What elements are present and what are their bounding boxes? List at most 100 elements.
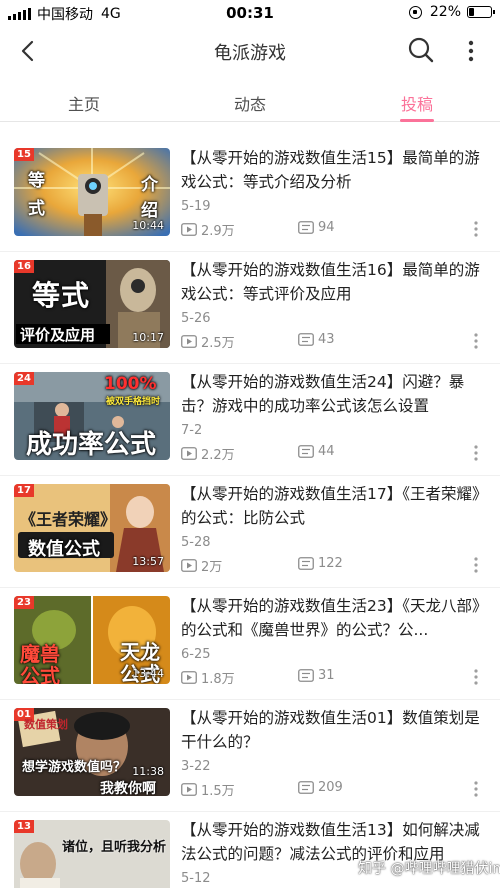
video-duration: 10:44 (132, 219, 164, 232)
item-more-icon[interactable] (471, 332, 481, 350)
watermark: 知乎 @哔哩哔哩猎伏ing (358, 861, 500, 877)
video-duration: 13:44 (132, 667, 164, 680)
play-icon (181, 559, 197, 572)
danmaku-count-value: 209 (318, 780, 343, 795)
video-title[interactable]: 【从零开始的游戏数值生活01】数值策划是干什么的？ (181, 706, 481, 754)
danmaku-icon (298, 557, 314, 570)
thumbnail-text: 100% (104, 374, 157, 394)
danmaku-icon (298, 669, 314, 682)
play-icon (181, 335, 197, 348)
danmaku-icon (298, 221, 314, 234)
video-thumbnail[interactable]: 23 魔兽 公式 天龙 公式 13:44 (14, 596, 170, 684)
play-count-value: 2万 (201, 560, 223, 575)
tab-feed[interactable]: 动态 (229, 91, 271, 115)
status-right: 22% (408, 4, 495, 20)
play-count: 1.8万 (181, 668, 235, 687)
play-icon (181, 783, 197, 796)
play-count-value: 2.5万 (201, 336, 235, 351)
thumbnail-text: 数值策划 (24, 718, 68, 731)
danmaku-icon (298, 333, 314, 346)
item-more-icon[interactable] (471, 444, 481, 462)
item-more-icon[interactable] (471, 220, 481, 238)
video-title[interactable]: 【从零开始的游戏数值生活17】《王者荣耀》的公式：比防公式 (181, 482, 481, 530)
top-bar: 龟派游戏 (0, 28, 500, 74)
episode-badge: 23 (14, 596, 34, 609)
list-item[interactable]: 24 100% 被双手格挡时 成功率公式 【从零开始的游戏数值生活24】闪避？暴… (0, 364, 500, 476)
play-count-value: 2.9万 (201, 224, 235, 239)
video-thumbnail[interactable]: 13 诸位，且听我分析 (14, 820, 170, 888)
item-more-icon[interactable] (471, 668, 481, 686)
thumbnail-text: 想学游戏数值吗？ (22, 760, 127, 775)
video-thumbnail[interactable]: 16 等式 评价及应用 10:17 (14, 260, 170, 348)
tab-home[interactable]: 主页 (63, 91, 105, 115)
danmaku-count: 122 (298, 556, 343, 571)
video-date: 6-25 (181, 647, 211, 662)
list-item[interactable]: 15 等 式 介 绍 10:44 【从零开始的游戏数值生活15】最简单的游戏公式… (0, 140, 500, 252)
video-duration: 10:17 (132, 331, 164, 344)
list-item[interactable]: 17 《王者荣耀》 数值公式 13:57 【从零开始的游戏数值生活17】《王者荣… (0, 476, 500, 588)
video-thumbnail[interactable]: 17 《王者荣耀》 数值公式 13:57 (14, 484, 170, 572)
danmaku-count: 43 (298, 332, 335, 347)
item-more-icon[interactable] (471, 780, 481, 798)
list-item[interactable]: 16 等式 评价及应用 10:17 【从零开始的游戏数值生活16】最简单的游戏公… (0, 252, 500, 364)
video-date: 5-28 (181, 535, 211, 550)
play-icon (181, 223, 197, 236)
video-date: 5-26 (181, 311, 211, 326)
play-count-value: 2.2万 (201, 448, 235, 463)
video-date: 3-22 (181, 759, 211, 774)
orientation-lock-icon (408, 5, 422, 19)
episode-badge: 17 (14, 484, 34, 497)
play-icon (181, 447, 197, 460)
episode-badge: 13 (14, 820, 34, 833)
thumbnail-text: 被双手格挡时 (106, 397, 161, 407)
danmaku-count: 209 (298, 780, 343, 795)
play-count: 1.5万 (181, 780, 235, 799)
thumbnail-text: 绍 (141, 201, 158, 221)
list-item[interactable]: 23 魔兽 公式 天龙 公式 13:44 【从零开始的游戏数值生活23】《天龙八… (0, 588, 500, 700)
video-title[interactable]: 【从零开始的游戏数值生活24】闪避？暴击？游戏中的成功率公式该怎么设置 (181, 370, 481, 418)
more-icon[interactable] (461, 38, 481, 64)
video-title[interactable]: 【从零开始的游戏数值生活15】最简单的游戏公式：等式介绍及分析 (181, 146, 481, 194)
video-thumbnail[interactable]: 24 100% 被双手格挡时 成功率公式 (14, 372, 170, 460)
danmaku-count-value: 31 (318, 668, 335, 683)
thumbnail-text: 数值公式 (28, 539, 100, 560)
video-duration: 11:38 (132, 765, 164, 778)
tab-uploads[interactable]: 投稿 (396, 91, 438, 115)
danmaku-count: 94 (298, 220, 335, 235)
play-count: 2.2万 (181, 444, 235, 463)
video-title[interactable]: 【从零开始的游戏数值生活23】《天龙八部》的公式和《魔兽世界》的公式？公... (181, 594, 481, 642)
play-count: 2万 (181, 556, 222, 575)
battery-label: 22% (429, 4, 461, 20)
play-count-value: 1.5万 (201, 784, 235, 799)
danmaku-icon (298, 445, 314, 458)
list-item[interactable]: 01 数值策划 想学游戏数值吗？ 我教你啊 11:38 【从零开始的游戏数值生活… (0, 700, 500, 812)
video-title[interactable]: 【从零开始的游戏数值生活16】最简单的游戏公式：等式评价及应用 (181, 258, 481, 306)
play-count: 2.5万 (181, 332, 235, 351)
video-thumbnail[interactable]: 01 数值策划 想学游戏数值吗？ 我教你啊 11:38 (14, 708, 170, 796)
video-thumbnail[interactable]: 15 等 式 介 绍 10:44 (14, 148, 170, 236)
search-icon[interactable] (407, 36, 435, 64)
danmaku-count-value: 43 (318, 332, 335, 347)
video-list: 15 等 式 介 绍 10:44 【从零开始的游戏数值生活15】最简单的游戏公式… (0, 140, 500, 888)
play-count: 2.9万 (181, 220, 235, 239)
thumbnail-text: 公式 (20, 664, 60, 684)
thumbnail-text: 等 (28, 171, 45, 191)
battery-icon (467, 6, 495, 18)
tab-bar: 主页 动态 投稿 (0, 78, 500, 122)
danmaku-count-value: 122 (318, 556, 343, 571)
item-more-icon[interactable] (471, 556, 481, 574)
thumbnail-text: 成功率公式 (26, 430, 157, 460)
thumbnail-text: 式 (28, 199, 45, 219)
danmaku-icon (298, 781, 314, 794)
play-count-value: 1.8万 (201, 672, 235, 687)
thumbnail-text: 评价及应用 (20, 326, 96, 344)
danmaku-count: 44 (298, 444, 335, 459)
video-date: 5-19 (181, 199, 211, 214)
danmaku-count-value: 94 (318, 220, 335, 235)
thumbnail-text: 我教你啊 (100, 781, 156, 796)
episode-badge: 16 (14, 260, 34, 273)
thumbnail-text: 《王者荣耀》 (20, 510, 117, 529)
danmaku-count-value: 44 (318, 444, 335, 459)
video-duration: 13:57 (132, 555, 164, 568)
episode-badge: 24 (14, 372, 34, 385)
